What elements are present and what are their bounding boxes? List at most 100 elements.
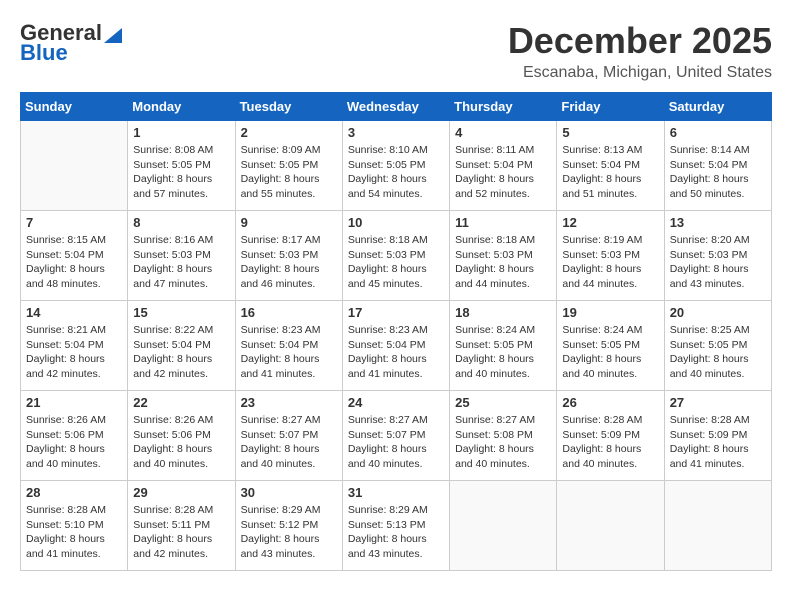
- day-number: 17: [348, 305, 444, 320]
- day-number: 29: [133, 485, 229, 500]
- location-title: Escanaba, Michigan, United States: [508, 64, 772, 82]
- calendar-cell: 15 Sunrise: 8:22 AMSunset: 5:04 PMDayligh…: [128, 301, 235, 391]
- calendar-cell: 1 Sunrise: 8:08 AMSunset: 5:05 PMDaylight…: [128, 121, 235, 211]
- day-info: Sunrise: 8:27 AMSunset: 5:08 PMDaylight:…: [455, 413, 551, 472]
- day-number: 5: [562, 125, 658, 140]
- title-block: December 2025 Escanaba, Michigan, United…: [508, 20, 772, 82]
- day-header-saturday: Saturday: [664, 93, 771, 121]
- day-number: 2: [241, 125, 337, 140]
- calendar-cell: 26 Sunrise: 8:28 AMSunset: 5:09 PMDayligh…: [557, 391, 664, 481]
- day-info: Sunrise: 8:18 AMSunset: 5:03 PMDaylight:…: [348, 233, 444, 292]
- calendar-cell: 3Sunrise: 8:10 AMSunset: 5:05 PMDaylight…: [342, 121, 449, 211]
- month-title: December 2025: [508, 20, 772, 62]
- day-number: 12: [562, 215, 658, 230]
- day-number: 26: [562, 395, 658, 410]
- calendar-cell: 5 Sunrise: 8:13 AMSunset: 5:04 PMDaylight…: [557, 121, 664, 211]
- day-info: Sunrise: 8:23 AMSunset: 5:04 PMDaylight:…: [348, 323, 444, 382]
- day-info: Sunrise: 8:09 AMSunset: 5:05 PMDaylight:…: [241, 143, 337, 202]
- day-header-sunday: Sunday: [21, 93, 128, 121]
- day-info: Sunrise: 8:16 AMSunset: 5:03 PMDaylight:…: [133, 233, 229, 292]
- week-row-5: 28 Sunrise: 8:28 AMSunset: 5:10 PMDayligh…: [21, 481, 772, 571]
- calendar-table: SundayMondayTuesdayWednesdayThursdayFrid…: [20, 92, 772, 571]
- day-info: Sunrise: 8:29 AMSunset: 5:13 PMDaylight:…: [348, 503, 444, 562]
- day-info: Sunrise: 8:29 AMSunset: 5:12 PMDaylight:…: [241, 503, 337, 562]
- day-number: 7: [26, 215, 122, 230]
- calendar-cell: 14Sunrise: 8:21 AMSunset: 5:04 PMDayligh…: [21, 301, 128, 391]
- calendar-cell: 24 Sunrise: 8:27 AMSunset: 5:07 PMDayligh…: [342, 391, 449, 481]
- day-number: 11: [455, 215, 551, 230]
- day-number: 3: [348, 125, 444, 140]
- day-number: 25: [455, 395, 551, 410]
- day-number: 20: [670, 305, 766, 320]
- day-number: 6: [670, 125, 766, 140]
- day-info: Sunrise: 8:27 AMSunset: 5:07 PMDaylight:…: [348, 413, 444, 472]
- calendar-cell: 18 Sunrise: 8:24 AMSunset: 5:05 PMDayligh…: [450, 301, 557, 391]
- calendar-cell: 4Sunrise: 8:11 AMSunset: 5:04 PMDaylight…: [450, 121, 557, 211]
- day-header-friday: Friday: [557, 93, 664, 121]
- day-number: 10: [348, 215, 444, 230]
- calendar-cell: [450, 481, 557, 571]
- day-number: 21: [26, 395, 122, 410]
- day-number: 22: [133, 395, 229, 410]
- day-info: Sunrise: 8:27 AMSunset: 5:07 PMDaylight:…: [241, 413, 337, 472]
- calendar-cell: 7Sunrise: 8:15 AMSunset: 5:04 PMDaylight…: [21, 211, 128, 301]
- day-number: 13: [670, 215, 766, 230]
- calendar-cell: [664, 481, 771, 571]
- calendar-cell: 11 Sunrise: 8:18 AMSunset: 5:03 PMDayligh…: [450, 211, 557, 301]
- day-info: Sunrise: 8:25 AMSunset: 5:05 PMDaylight:…: [670, 323, 766, 382]
- week-row-4: 21Sunrise: 8:26 AMSunset: 5:06 PMDayligh…: [21, 391, 772, 481]
- day-number: 14: [26, 305, 122, 320]
- day-info: Sunrise: 8:28 AMSunset: 5:09 PMDaylight:…: [670, 413, 766, 472]
- day-info: Sunrise: 8:14 AMSunset: 5:04 PMDaylight:…: [670, 143, 766, 202]
- week-row-3: 14Sunrise: 8:21 AMSunset: 5:04 PMDayligh…: [21, 301, 772, 391]
- day-info: Sunrise: 8:22 AMSunset: 5:04 PMDaylight:…: [133, 323, 229, 382]
- calendar-cell: 29 Sunrise: 8:28 AMSunset: 5:11 PMDayligh…: [128, 481, 235, 571]
- day-info: Sunrise: 8:28 AMSunset: 5:11 PMDaylight:…: [133, 503, 229, 562]
- day-info: Sunrise: 8:17 AMSunset: 5:03 PMDaylight:…: [241, 233, 337, 292]
- day-info: Sunrise: 8:24 AMSunset: 5:05 PMDaylight:…: [562, 323, 658, 382]
- calendar-cell: 13 Sunrise: 8:20 AMSunset: 5:03 PMDayligh…: [664, 211, 771, 301]
- calendar-cell: 21Sunrise: 8:26 AMSunset: 5:06 PMDayligh…: [21, 391, 128, 481]
- day-info: Sunrise: 8:13 AMSunset: 5:04 PMDaylight:…: [562, 143, 658, 202]
- day-header-wednesday: Wednesday: [342, 93, 449, 121]
- day-number: 16: [241, 305, 337, 320]
- day-number: 18: [455, 305, 551, 320]
- logo-blue-text: Blue: [20, 40, 68, 66]
- calendar-cell: 17 Sunrise: 8:23 AMSunset: 5:04 PMDayligh…: [342, 301, 449, 391]
- day-number: 15: [133, 305, 229, 320]
- calendar-cell: 30 Sunrise: 8:29 AMSunset: 5:12 PMDayligh…: [235, 481, 342, 571]
- calendar-cell: 31Sunrise: 8:29 AMSunset: 5:13 PMDayligh…: [342, 481, 449, 571]
- calendar-cell: 6 Sunrise: 8:14 AMSunset: 5:04 PMDaylight…: [664, 121, 771, 211]
- day-number: 19: [562, 305, 658, 320]
- calendar-cell: 19 Sunrise: 8:24 AMSunset: 5:05 PMDayligh…: [557, 301, 664, 391]
- day-number: 28: [26, 485, 122, 500]
- calendar-cell: 23Sunrise: 8:27 AMSunset: 5:07 PMDayligh…: [235, 391, 342, 481]
- week-row-1: 1 Sunrise: 8:08 AMSunset: 5:05 PMDaylight…: [21, 121, 772, 211]
- day-number: 9: [241, 215, 337, 230]
- day-info: Sunrise: 8:28 AMSunset: 5:10 PMDaylight:…: [26, 503, 122, 562]
- calendar-cell: 16 Sunrise: 8:23 AMSunset: 5:04 PMDayligh…: [235, 301, 342, 391]
- calendar-cell: 2 Sunrise: 8:09 AMSunset: 5:05 PMDaylight…: [235, 121, 342, 211]
- day-header-tuesday: Tuesday: [235, 93, 342, 121]
- calendar-cell: 12 Sunrise: 8:19 AMSunset: 5:03 PMDayligh…: [557, 211, 664, 301]
- calendar-cell: 10 Sunrise: 8:18 AMSunset: 5:03 PMDayligh…: [342, 211, 449, 301]
- calendar-cell: 22Sunrise: 8:26 AMSunset: 5:06 PMDayligh…: [128, 391, 235, 481]
- calendar-header-row: SundayMondayTuesdayWednesdayThursdayFrid…: [21, 93, 772, 121]
- calendar-cell: 28 Sunrise: 8:28 AMSunset: 5:10 PMDayligh…: [21, 481, 128, 571]
- calendar-cell: 20 Sunrise: 8:25 AMSunset: 5:05 PMDayligh…: [664, 301, 771, 391]
- day-info: Sunrise: 8:18 AMSunset: 5:03 PMDaylight:…: [455, 233, 551, 292]
- day-number: 24: [348, 395, 444, 410]
- day-info: Sunrise: 8:24 AMSunset: 5:05 PMDaylight:…: [455, 323, 551, 382]
- calendar-cell: [557, 481, 664, 571]
- day-info: Sunrise: 8:23 AMSunset: 5:04 PMDaylight:…: [241, 323, 337, 382]
- day-info: Sunrise: 8:08 AMSunset: 5:05 PMDaylight:…: [133, 143, 229, 202]
- calendar-cell: [21, 121, 128, 211]
- calendar-cell: 27Sunrise: 8:28 AMSunset: 5:09 PMDayligh…: [664, 391, 771, 481]
- day-number: 1: [133, 125, 229, 140]
- day-info: Sunrise: 8:20 AMSunset: 5:03 PMDaylight:…: [670, 233, 766, 292]
- day-info: Sunrise: 8:19 AMSunset: 5:03 PMDaylight:…: [562, 233, 658, 292]
- day-number: 4: [455, 125, 551, 140]
- week-row-2: 7Sunrise: 8:15 AMSunset: 5:04 PMDaylight…: [21, 211, 772, 301]
- day-number: 30: [241, 485, 337, 500]
- day-info: Sunrise: 8:28 AMSunset: 5:09 PMDaylight:…: [562, 413, 658, 472]
